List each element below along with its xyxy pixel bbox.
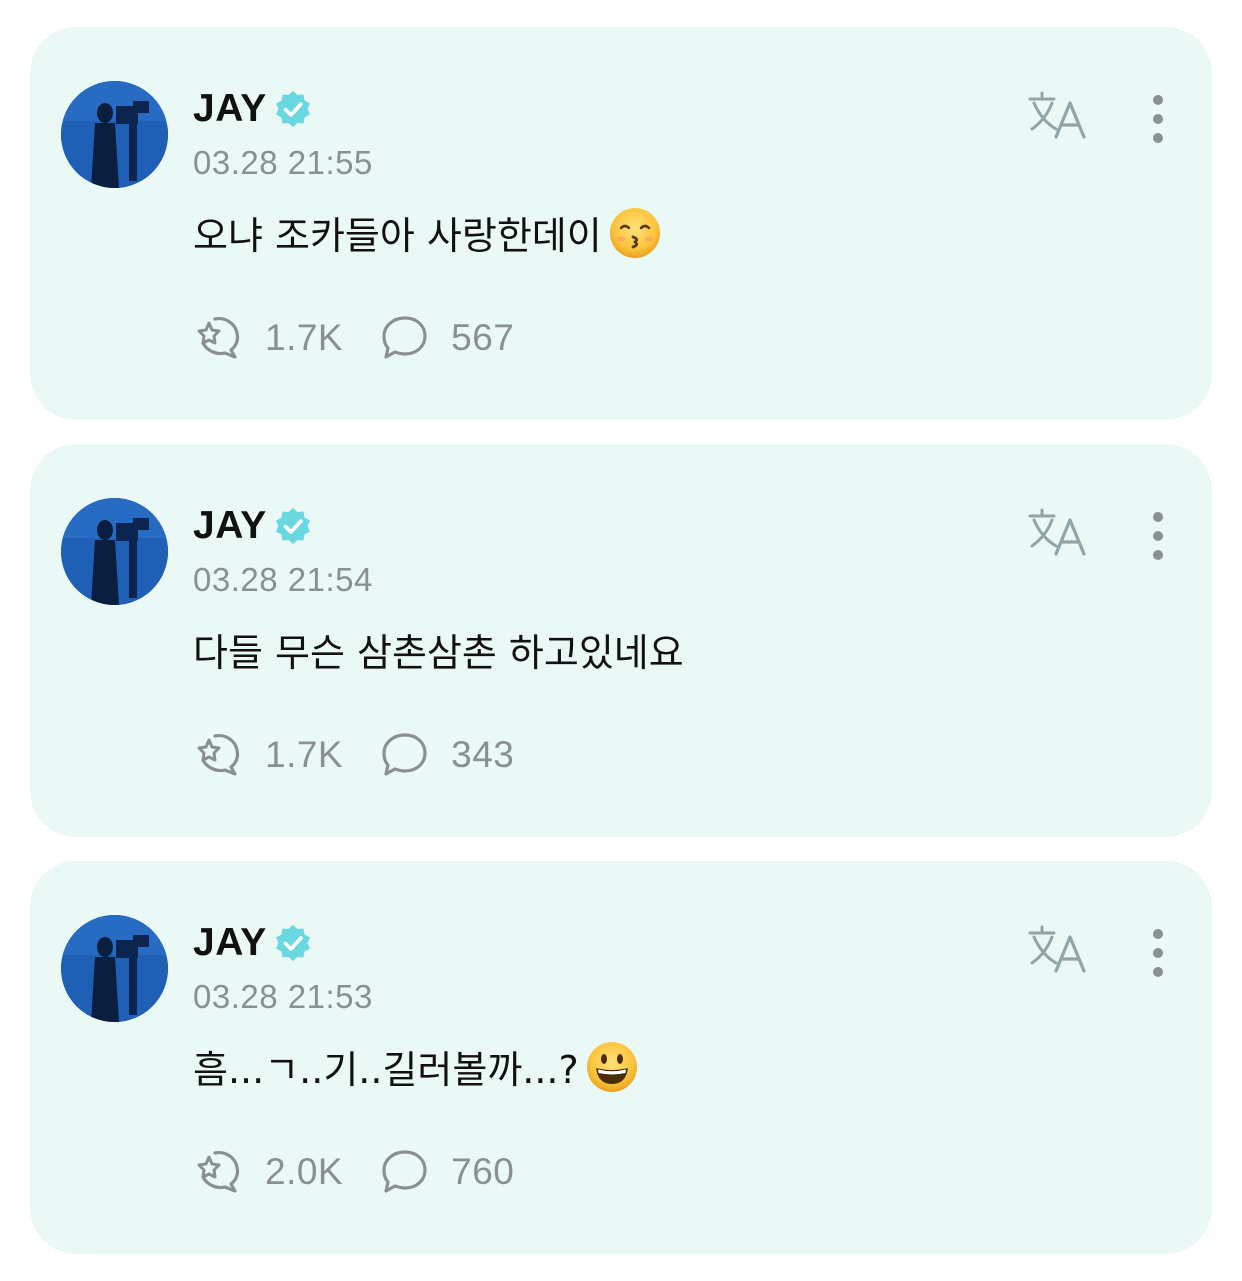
avatar[interactable] [61, 915, 168, 1022]
comment-count: 343 [451, 734, 515, 775]
translate-icon[interactable] [1026, 89, 1090, 141]
post-timestamp: 03.28 21:53 [193, 978, 373, 1015]
post-text-row: 다들 무슨 삼촌삼촌 하고있네요 [193, 622, 684, 677]
star-sparkle-like-icon [193, 1147, 245, 1197]
author-name[interactable]: JAY [193, 921, 267, 965]
author-name[interactable]: JAY [193, 87, 267, 131]
post-card[interactable]: JAY 03.28 21:53 흠...ㄱ..기..길러볼까...? 2.0K … [30, 861, 1212, 1254]
avatar-image [61, 81, 168, 188]
star-sparkle-like-icon [193, 313, 245, 363]
avatar[interactable] [61, 498, 168, 605]
translate-icon[interactable] [1026, 923, 1090, 975]
author-row: JAY [193, 502, 313, 550]
kissing-face-emoji-icon [608, 206, 662, 260]
more-vertical-icon[interactable] [1142, 927, 1174, 979]
author-row: JAY [193, 85, 313, 133]
post-text-row: 흠...ㄱ..기..길러볼까...? [193, 1039, 639, 1094]
speech-bubble-comment-icon [379, 313, 431, 363]
more-vertical-icon[interactable] [1142, 510, 1174, 562]
post-text: 다들 무슨 삼촌삼촌 하고있네요 [193, 631, 684, 675]
like-button[interactable]: 1.7K [193, 313, 343, 363]
author-name[interactable]: JAY [193, 504, 267, 548]
avatar[interactable] [61, 81, 168, 188]
post-feed: JAY 03.28 21:55 오냐 조카들아 사랑한데이 1.7K 567 J… [0, 0, 1242, 1281]
avatar-image [61, 498, 168, 605]
like-button[interactable]: 1.7K [193, 730, 343, 780]
like-count: 1.7K [265, 317, 344, 358]
avatar-image [61, 915, 168, 1022]
post-text-row: 오냐 조카들아 사랑한데이 [193, 205, 662, 260]
post-actions: 1.7K 343 [193, 730, 550, 780]
post-timestamp: 03.28 21:54 [193, 561, 373, 598]
comment-button[interactable]: 567 [379, 313, 514, 363]
verified-badge-icon [273, 506, 313, 546]
like-count: 1.7K [265, 734, 344, 775]
post-card[interactable]: JAY 03.28 21:54 다들 무슨 삼촌삼촌 하고있네요 1.7K 34… [30, 444, 1212, 837]
like-button[interactable]: 2.0K [193, 1147, 343, 1197]
author-row: JAY [193, 919, 313, 967]
post-timestamp: 03.28 21:55 [193, 144, 373, 181]
verified-badge-icon [273, 89, 313, 129]
post-actions: 2.0K 760 [193, 1147, 550, 1197]
translate-icon[interactable] [1026, 506, 1090, 558]
more-vertical-icon[interactable] [1142, 93, 1174, 145]
comment-button[interactable]: 343 [379, 730, 514, 780]
comment-count: 760 [451, 1151, 515, 1192]
verified-badge-icon [273, 923, 313, 963]
grinning-face-emoji-icon [585, 1040, 639, 1094]
post-card[interactable]: JAY 03.28 21:55 오냐 조카들아 사랑한데이 1.7K 567 [30, 27, 1212, 420]
post-text: 흠...ㄱ..기..길러볼까...? [193, 1048, 579, 1092]
like-count: 2.0K [265, 1151, 344, 1192]
comment-button[interactable]: 760 [379, 1147, 514, 1197]
speech-bubble-comment-icon [379, 730, 431, 780]
star-sparkle-like-icon [193, 730, 245, 780]
comment-count: 567 [451, 317, 515, 358]
post-text: 오냐 조카들아 사랑한데이 [193, 214, 602, 258]
post-actions: 1.7K 567 [193, 313, 550, 363]
speech-bubble-comment-icon [379, 1147, 431, 1197]
